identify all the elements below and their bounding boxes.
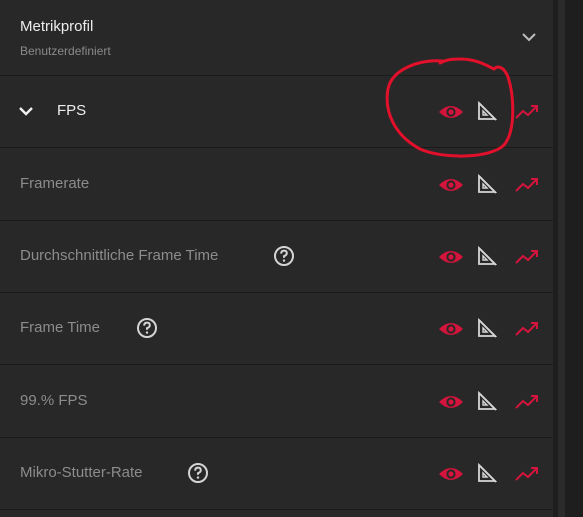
metrics-panel: Metrikprofil Benutzerdefiniert FPS Frame… [0, 0, 553, 517]
metric-row-frame-time[interactable]: Frame Time [0, 293, 553, 365]
scrollbar-track[interactable] [558, 0, 565, 517]
profile-title: Metrikprofil [20, 18, 94, 35]
metric-label: Frame Time [20, 319, 101, 336]
eye-icon[interactable] [437, 102, 465, 122]
ruler-icon[interactable] [476, 317, 498, 339]
trend-icon[interactable] [514, 248, 540, 266]
trend-icon[interactable] [514, 103, 540, 121]
metric-row-99-fps[interactable]: 99.% FPS [0, 365, 553, 438]
metric-row-framerate[interactable]: Framerate [0, 148, 553, 221]
help-icon[interactable] [136, 317, 158, 339]
trend-icon[interactable] [514, 465, 540, 483]
metric-label: Durchschnittliche Frame Time [20, 247, 219, 264]
ruler-icon[interactable] [476, 173, 498, 195]
section-label: FPS [57, 102, 87, 119]
trend-icon[interactable] [514, 393, 540, 411]
ruler-icon[interactable] [476, 245, 498, 267]
metric-row-micro-stutter[interactable]: Mikro-Stutter-Rate [0, 438, 553, 510]
chevron-down-icon[interactable] [17, 104, 35, 118]
ruler-icon[interactable] [476, 390, 498, 412]
eye-icon[interactable] [437, 464, 465, 484]
ruler-icon[interactable] [476, 100, 498, 122]
profile-dropdown[interactable]: Metrikprofil Benutzerdefiniert [0, 0, 553, 76]
section-fps[interactable]: FPS [0, 76, 553, 148]
metric-row-partial [0, 510, 553, 517]
help-icon[interactable] [187, 462, 209, 484]
eye-icon[interactable] [437, 319, 465, 339]
metric-label: Mikro-Stutter-Rate [20, 464, 143, 481]
help-icon[interactable] [273, 245, 295, 267]
eye-icon[interactable] [437, 392, 465, 412]
metric-row-avg-frame-time[interactable]: Durchschnittliche Frame Time [0, 221, 553, 293]
chevron-down-icon[interactable] [520, 30, 538, 44]
profile-subtitle: Benutzerdefiniert [20, 44, 111, 58]
trend-icon[interactable] [514, 176, 540, 194]
metric-label: Framerate [20, 175, 90, 192]
eye-icon[interactable] [437, 175, 465, 195]
eye-icon[interactable] [437, 247, 465, 267]
metric-label: 99.% FPS [20, 392, 88, 409]
trend-icon[interactable] [514, 320, 540, 338]
ruler-icon[interactable] [476, 462, 498, 484]
